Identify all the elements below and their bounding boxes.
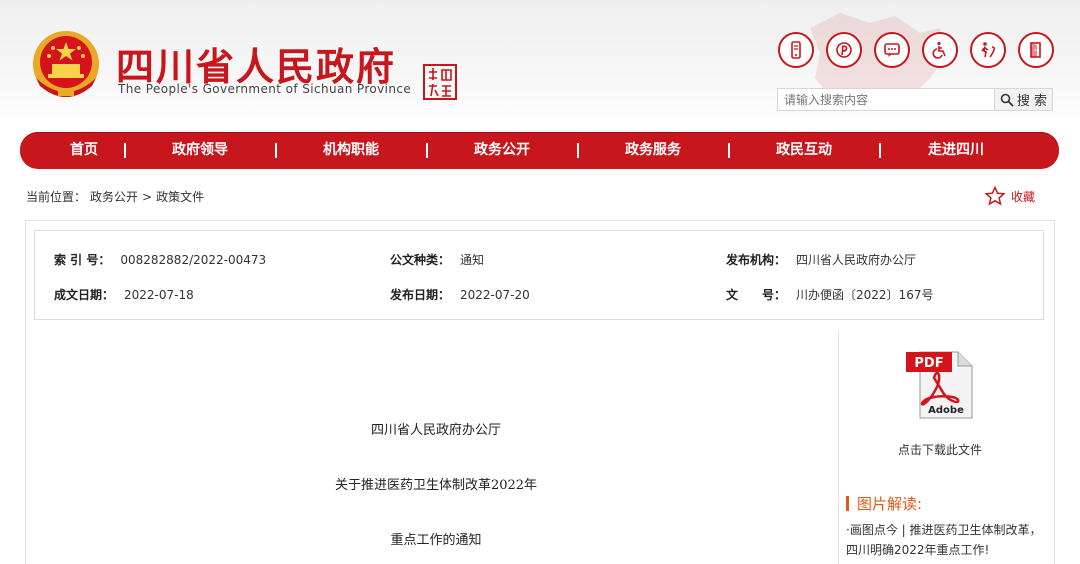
favorite-button[interactable]: 收藏 (985, 186, 1035, 206)
nav-separator (275, 143, 277, 158)
pdf-brand-text: Adobe (928, 405, 964, 416)
meta-index-value: 008282882/2022-00473 (120, 253, 267, 267)
nav-item-leaders[interactable]: 政府领导 (150, 132, 250, 169)
search-button[interactable]: 搜 索 (995, 88, 1053, 111)
picture-interpretation-title: 图片解读: (857, 495, 923, 513)
meta-issuer-key: 发布机构： (726, 253, 787, 267)
document-title-line1: 关于推进医药卫生体制改革2022年 (334, 478, 538, 493)
accessibility-icon[interactable] (922, 32, 958, 68)
meta-docno-value: 川办便函〔2022〕167号 (796, 288, 934, 302)
meta-type-value: 通知 (460, 253, 485, 267)
search-input[interactable] (777, 88, 995, 111)
meta-docno-key: 文 号： (726, 288, 787, 302)
top-icon-bar (778, 32, 1054, 70)
nav-item-home[interactable]: 首页 (40, 132, 128, 169)
document-meta-box: 索 引 号： 008282882/2022-00473 公文种类： 通知 发布机构：… (34, 230, 1044, 320)
meta-created: 成文日期： 2022-07-18 (54, 286, 194, 303)
meta-type: 公文种类： 通知 (390, 251, 484, 268)
picture-interpretation-heading: 图片解读: (846, 493, 922, 514)
search-button-label: 搜 索 (1016, 94, 1048, 109)
elder-icon[interactable] (970, 32, 1006, 68)
pdf-badge-text: PDF (914, 356, 943, 371)
site-header: 四川省人民政府 The People's Government of Sichu… (0, 0, 1080, 130)
nav-item-interaction[interactable]: 政民互动 (754, 132, 854, 169)
sidebar: PDF Adobe 点击下载此文件 图片解读: ·画图点今 | 推进医药卫生体制… (840, 330, 1055, 564)
nav-separator (879, 143, 881, 158)
meta-issuer-value: 四川省人民政府办公厅 (796, 253, 917, 267)
nav-item-services[interactable]: 政务服务 (603, 132, 703, 169)
favorite-label: 收藏 (1011, 189, 1036, 204)
document-title-line2: 重点工作的通知 (390, 533, 482, 548)
nav-item-gov-affairs[interactable]: 政务公开 (452, 132, 552, 169)
pdf-download-link[interactable]: 点击下载此文件 (840, 441, 1040, 458)
meta-created-value: 2022-07-18 (124, 288, 194, 302)
meta-created-key: 成文日期： (54, 288, 115, 302)
pdf-icon[interactable]: PDF Adobe (906, 348, 978, 420)
nav-separator (577, 143, 579, 158)
meta-index-key: 索 引 号： (54, 253, 111, 267)
picture-interpretation-link[interactable]: ·画图点今 | 推进医药卫生体制改革，四川明确2022年重点工作! (846, 520, 1046, 560)
nav-separator (124, 143, 126, 158)
star-icon (985, 186, 1005, 206)
main-nav: 首页 政府领导 机构职能 政务公开 政务服务 政民互动 走进四川 (20, 132, 1059, 169)
message-icon[interactable] (874, 32, 910, 68)
nav-item-about-sichuan[interactable]: 走进四川 (906, 132, 1006, 169)
seal-logo-icon (423, 64, 457, 100)
mobile-icon[interactable] (778, 32, 814, 68)
weibo-icon[interactable] (826, 32, 862, 68)
meta-docno: 文 号： 川办便函〔2022〕167号 (726, 286, 933, 303)
breadcrumb: 当前位置： 政务公开 > 政策文件 (26, 188, 208, 205)
document-body: 四川省人民政府办公厅 关于推进医药卫生体制改革2022年 重点工作的通知 (35, 330, 837, 564)
breadcrumb-link-gov-affairs[interactable]: 政务公开 (90, 190, 138, 204)
national-emblem-icon (33, 31, 99, 97)
meta-published: 发布日期： 2022-07-20 (390, 286, 530, 303)
breadcrumb-label: 当前位置： (26, 190, 87, 204)
breadcrumb-separator: > (142, 190, 153, 204)
nav-separator (728, 143, 730, 158)
column-divider (838, 330, 839, 564)
heading-accent-bar (846, 496, 849, 511)
document-issuer-line: 四川省人民政府办公厅 (370, 423, 501, 438)
nav-separator (426, 143, 428, 158)
meta-published-value: 2022-07-20 (460, 288, 530, 302)
search-icon (1000, 93, 1014, 107)
meta-published-key: 发布日期： (390, 288, 451, 302)
meta-type-key: 公文种类： (390, 253, 451, 267)
nav-item-institutions[interactable]: 机构职能 (301, 132, 401, 169)
meta-issuer: 发布机构： 四川省人民政府办公厅 (726, 251, 916, 268)
meta-index: 索 引 号： 008282882/2022-00473 (54, 251, 266, 268)
breadcrumb-link-policy[interactable]: 政策文件 (156, 190, 204, 204)
site-subtitle: The People's Government of Sichuan Provi… (118, 82, 412, 96)
exit-icon[interactable] (1018, 32, 1054, 68)
